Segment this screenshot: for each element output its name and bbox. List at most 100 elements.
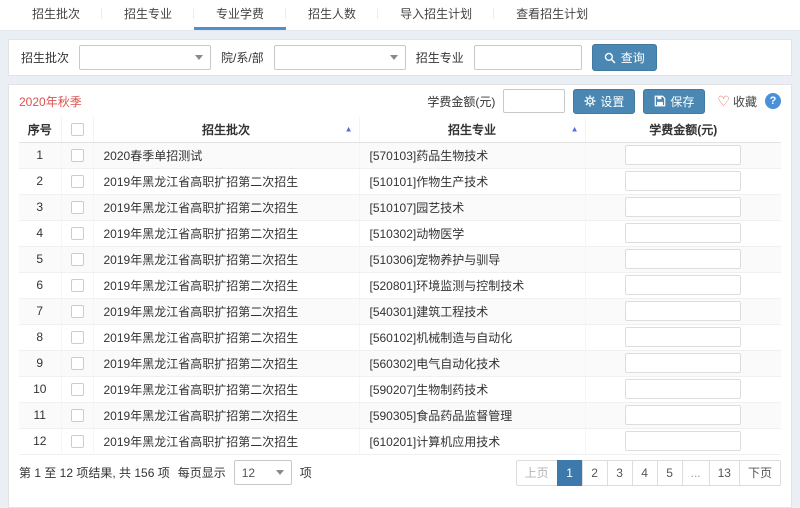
fee-input[interactable] [625, 353, 741, 373]
row-checkbox[interactable] [71, 149, 84, 162]
table-row: 12 2019年黑龙江省高职扩招第二次招生 [610201]计算机应用技术 [19, 428, 781, 454]
settings-button[interactable]: 设置 [573, 89, 635, 114]
fee-input[interactable] [625, 249, 741, 269]
row-batch: 2019年黑龙江省高职扩招第二次招生 [93, 220, 359, 246]
fee-input[interactable] [625, 301, 741, 321]
results-summary: 第 1 至 12 项结果, 共 156 项 [19, 464, 170, 481]
tab-1[interactable]: 招生批次 [10, 0, 102, 30]
fee-input[interactable] [625, 431, 741, 451]
save-button[interactable]: 保存 [643, 89, 705, 114]
row-index: 10 [19, 376, 61, 402]
row-major: [570103]药品生物技术 [359, 142, 585, 168]
table-row: 2 2019年黑龙江省高职扩招第二次招生 [510101]作物生产技术 [19, 168, 781, 194]
row-index: 7 [19, 298, 61, 324]
row-index: 8 [19, 324, 61, 350]
row-checkbox[interactable] [71, 227, 84, 240]
tab-6[interactable]: 查看招生计划 [494, 0, 610, 30]
row-checkbox[interactable] [71, 175, 84, 188]
tab-5[interactable]: 导入招生计划 [378, 0, 494, 30]
fee-input[interactable] [625, 405, 741, 425]
row-major: [510306]宠物养护与驯导 [359, 246, 585, 272]
next-page-button[interactable]: 下页 [739, 460, 781, 486]
settings-button-label: 设置 [600, 93, 624, 110]
tab-2[interactable]: 招生专业 [102, 0, 194, 30]
row-batch: 2019年黑龙江省高职扩招第二次招生 [93, 428, 359, 454]
table-row: 1 2020春季单招测试 [570103]药品生物技术 [19, 142, 781, 168]
search-button[interactable]: 查询 [592, 44, 657, 71]
per-page-label: 每页显示 [178, 464, 226, 481]
row-checkbox[interactable] [71, 383, 84, 396]
filter-panel: 招生批次 院/系/部 招生专业 查询 [8, 39, 792, 76]
page-button-3[interactable]: 3 [607, 460, 633, 486]
row-index: 12 [19, 428, 61, 454]
gear-icon [584, 95, 596, 107]
row-checkbox[interactable] [71, 409, 84, 422]
page-button-1[interactable]: 1 [557, 460, 583, 486]
row-checkbox[interactable] [71, 201, 84, 214]
fee-amount-input[interactable] [503, 89, 565, 113]
page-button-4[interactable]: 4 [632, 460, 658, 486]
tab-4[interactable]: 招生人数 [286, 0, 378, 30]
select-all-checkbox[interactable] [71, 123, 84, 136]
fee-amount-label: 学费金额(元) [427, 93, 495, 110]
table-row: 5 2019年黑龙江省高职扩招第二次招生 [510306]宠物养护与驯导 [19, 246, 781, 272]
fee-input[interactable] [625, 145, 741, 165]
tab-bar: 招生批次招生专业专业学费招生人数导入招生计划查看招生计划 [0, 0, 800, 31]
row-major: [590207]生物制药技术 [359, 376, 585, 402]
batch-filter-label: 招生批次 [21, 49, 69, 66]
row-checkbox[interactable] [71, 253, 84, 266]
favorite-label: 收藏 [733, 93, 757, 110]
row-index: 4 [19, 220, 61, 246]
app-root: 招生批次招生专业专业学费招生人数导入招生计划查看招生计划 招生批次 院/系/部 … [0, 0, 800, 508]
fee-input[interactable] [625, 197, 741, 217]
season-label: 2020年秋季 [19, 93, 82, 110]
fee-input[interactable] [625, 275, 741, 295]
table-header-row: 序号 招生批次 ▲ 招生专业 ▲ 学费金额(元) [19, 117, 781, 142]
row-major: [510101]作物生产技术 [359, 168, 585, 194]
row-batch: 2019年黑龙江省高职扩招第二次招生 [93, 402, 359, 428]
help-icon[interactable]: ? [765, 93, 781, 109]
per-page-select[interactable]: 12 [234, 460, 292, 485]
row-index: 9 [19, 350, 61, 376]
row-checkbox[interactable] [71, 357, 84, 370]
header-major[interactable]: 招生专业 ▲ [359, 117, 585, 142]
sort-asc-icon: ▲ [345, 125, 353, 134]
row-index: 5 [19, 246, 61, 272]
row-index: 1 [19, 142, 61, 168]
table-row: 10 2019年黑龙江省高职扩招第二次招生 [590207]生物制药技术 [19, 376, 781, 402]
batch-filter-select[interactable] [79, 45, 211, 70]
row-checkbox[interactable] [71, 435, 84, 448]
row-major: [510302]动物医学 [359, 220, 585, 246]
fee-input[interactable] [625, 327, 741, 347]
tab-3[interactable]: 专业学费 [194, 0, 286, 30]
search-icon [604, 52, 616, 64]
fee-table: 序号 招生批次 ▲ 招生专业 ▲ 学费金额(元) 1 [19, 117, 781, 455]
table-row: 6 2019年黑龙江省高职扩招第二次招生 [520801]环境监测与控制技术 [19, 272, 781, 298]
row-checkbox[interactable] [71, 331, 84, 344]
fee-input[interactable] [625, 223, 741, 243]
page-button-2[interactable]: 2 [582, 460, 608, 486]
row-batch: 2019年黑龙江省高职扩招第二次招生 [93, 246, 359, 272]
header-batch[interactable]: 招生批次 ▲ [93, 117, 359, 142]
table-row: 7 2019年黑龙江省高职扩招第二次招生 [540301]建筑工程技术 [19, 298, 781, 324]
fee-input[interactable] [625, 171, 741, 191]
dept-filter-label: 院/系/部 [221, 49, 264, 66]
fee-input[interactable] [625, 379, 741, 399]
major-filter-input[interactable] [474, 45, 582, 70]
row-batch: 2019年黑龙江省高职扩招第二次招生 [93, 298, 359, 324]
page-button-5[interactable]: 5 [657, 460, 683, 486]
header-index: 序号 [19, 117, 61, 142]
row-checkbox[interactable] [71, 305, 84, 318]
table-row: 4 2019年黑龙江省高职扩招第二次招生 [510302]动物医学 [19, 220, 781, 246]
header-select-all [61, 117, 93, 142]
favorite-button[interactable]: ♡ 收藏 [717, 93, 757, 110]
row-checkbox[interactable] [71, 279, 84, 292]
page-ellipsis[interactable]: ... [682, 460, 710, 486]
save-icon [654, 95, 666, 107]
row-batch: 2019年黑龙江省高职扩招第二次招生 [93, 376, 359, 402]
sort-asc-icon: ▲ [571, 125, 579, 134]
page-button-13[interactable]: 13 [709, 460, 740, 486]
chevron-down-icon [276, 470, 284, 475]
dept-filter-select[interactable] [274, 45, 406, 70]
row-batch: 2020春季单招测试 [93, 142, 359, 168]
